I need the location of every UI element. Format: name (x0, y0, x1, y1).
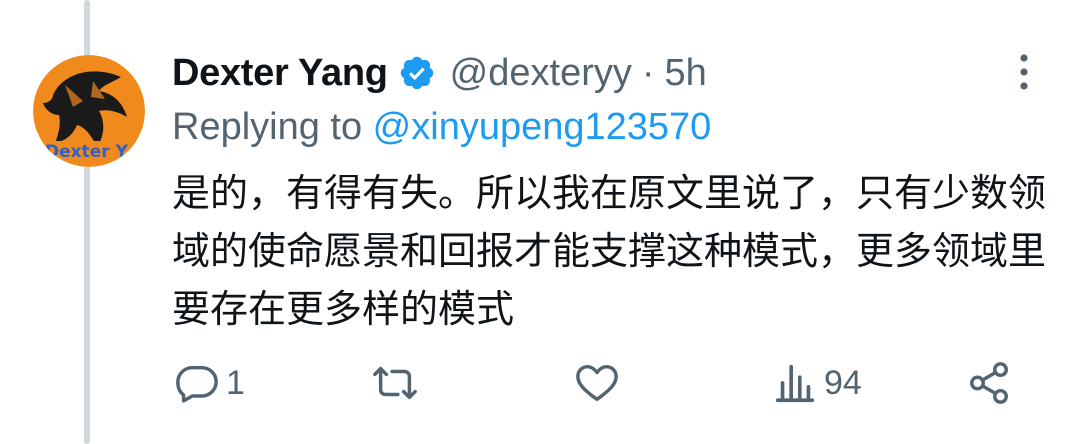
share-icon (970, 362, 1008, 404)
retweet-icon (373, 366, 417, 400)
views-button[interactable]: 94 (772, 355, 862, 411)
retweet-button[interactable] (372, 355, 424, 411)
header-separator: · (641, 51, 655, 94)
verified-badge-icon[interactable] (398, 54, 436, 92)
author-display-name[interactable]: Dexter Yang (172, 52, 388, 95)
tweet-timestamp[interactable]: 5h (665, 52, 707, 95)
views-count: 94 (824, 363, 862, 402)
more-options-icon[interactable] (1014, 52, 1034, 92)
avatar-logo-text: Dexter Y (45, 142, 129, 162)
tweet-action-bar: 1 94 (0, 355, 1080, 411)
reply-icon (176, 365, 218, 403)
replying-to-label: Replying to (172, 106, 373, 148)
share-button[interactable] (966, 355, 1012, 411)
tweet-header: Dexter Yang @dexteryy · 5h (172, 48, 707, 98)
heart-icon (576, 364, 618, 402)
replying-to-mention-link[interactable]: @xinyupeng123570 (373, 106, 712, 148)
analytics-bars-icon (775, 364, 815, 403)
replying-to-line: Replying to @xinyupeng123570 (172, 106, 711, 149)
reply-button[interactable]: 1 (174, 355, 245, 411)
avatar[interactable]: Dexter Y (33, 55, 145, 167)
author-handle[interactable]: @dexteryy (450, 52, 632, 95)
tweet-body-text: 是的，有得有失。所以我在原文里说了，只有少数领域的使命愿景和回报才能支撑这种模式… (172, 171, 1047, 331)
reply-count: 1 (226, 363, 245, 402)
like-button[interactable] (574, 355, 626, 411)
